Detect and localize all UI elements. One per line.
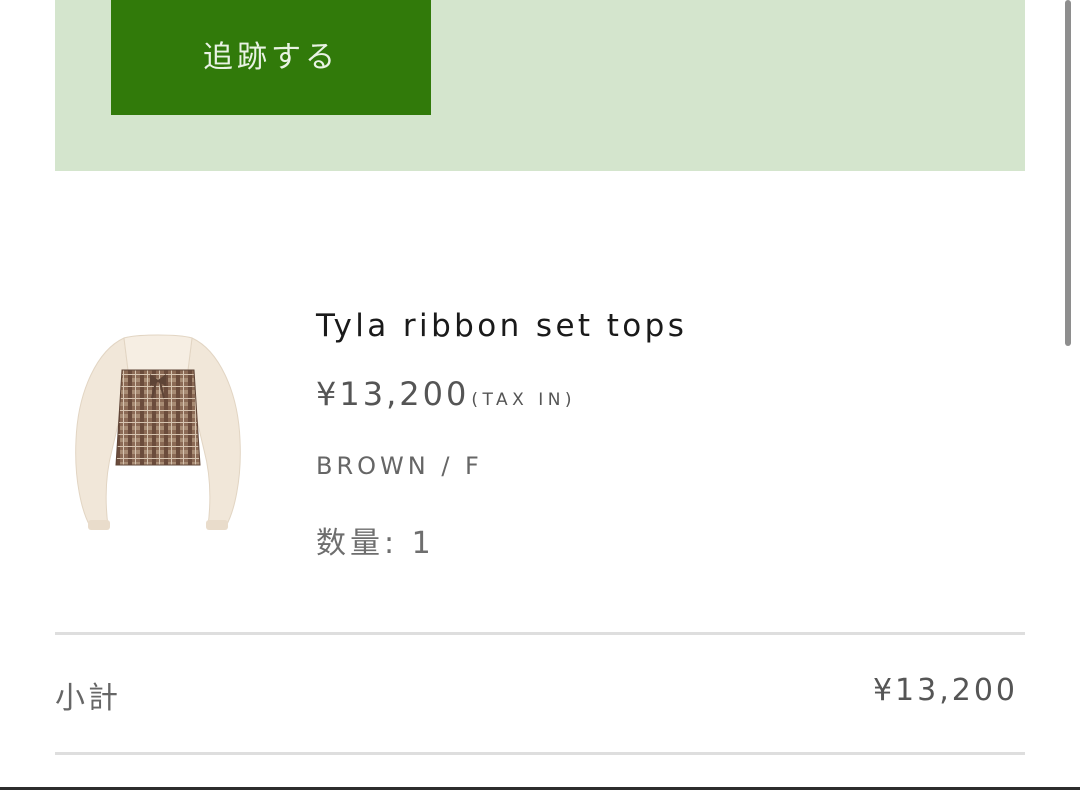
tax-note: (TAX IN): [471, 390, 577, 410]
subtotal-label: 小計: [55, 681, 121, 716]
product-variant: BROWN / F: [316, 452, 483, 480]
order-page: 追跡する Tyla ribbon set tops ¥13,200 (TAX I…: [0, 0, 1080, 790]
product-photo-icon: [75, 334, 241, 530]
product-image: [68, 330, 248, 540]
product-quantity: 数量: 1: [316, 526, 435, 561]
subtotal-value: ¥13,200: [872, 673, 1018, 708]
divider: [55, 632, 1025, 635]
track-order-button[interactable]: 追跡する: [111, 0, 431, 115]
product-price: ¥13,200 (TAX IN): [316, 375, 576, 413]
product-name: Tyla ribbon set tops: [316, 308, 688, 344]
scrollbar[interactable]: [1065, 0, 1071, 346]
price-amount: ¥13,200: [316, 375, 470, 413]
tracking-panel: 追跡する: [55, 0, 1025, 171]
divider: [55, 752, 1025, 755]
